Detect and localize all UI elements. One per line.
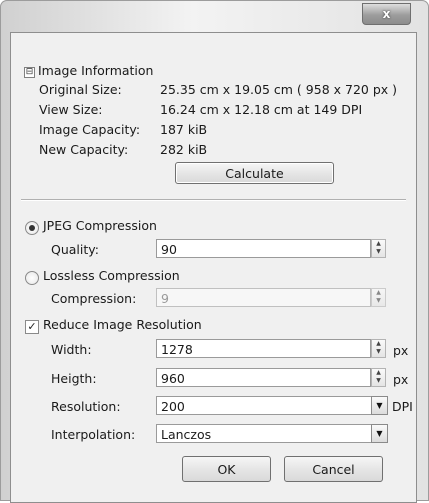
original-size-label: Original Size: — [39, 82, 122, 97]
height-input[interactable]: 960 — [156, 368, 371, 387]
resolution-label: Resolution: — [51, 399, 121, 414]
spin-down-icon[interactable]: ▼ — [372, 377, 385, 385]
image-capacity-label: Image Capacity: — [39, 122, 141, 137]
image-capacity-value: 187 kiB — [160, 122, 208, 137]
width-unit: px — [393, 343, 409, 358]
spin-up-icon[interactable]: ▲ — [372, 340, 385, 348]
original-size-value: 25.35 cm x 19.05 cm ( 958 x 720 px ) — [160, 82, 397, 97]
height-label: Heigth: — [51, 371, 97, 386]
spin-up-icon[interactable]: ▲ — [372, 369, 385, 377]
close-button[interactable]: x — [362, 3, 411, 25]
quality-input[interactable]: 90 — [156, 239, 371, 258]
quality-stepper[interactable]: ▲ ▼ — [371, 239, 386, 258]
compression-input[interactable]: 9 — [156, 288, 371, 307]
width-input[interactable]: 1278 — [156, 339, 371, 358]
image-info-heading: Image Information — [38, 63, 154, 78]
collapse-expander-icon[interactable]: ⊟ — [24, 67, 35, 78]
view-size-value: 16.24 cm x 12.18 cm at 149 DPI — [160, 102, 363, 117]
interpolation-select[interactable]: Lanczos — [156, 424, 372, 443]
spin-down-icon[interactable]: ▼ — [372, 297, 385, 305]
close-icon: x — [382, 7, 391, 21]
calculate-button[interactable]: Calculate — [175, 162, 334, 184]
new-capacity-label: New Capacity: — [39, 142, 129, 157]
resolution-dropdown-arrow-icon[interactable]: ▼ — [371, 396, 388, 415]
cancel-button[interactable]: Cancel — [284, 456, 383, 482]
compression-stepper[interactable]: ▲ ▼ — [371, 288, 386, 307]
new-capacity-value: 282 kiB — [160, 142, 208, 157]
resolution-select[interactable]: 200 — [156, 396, 372, 415]
cancel-button-label: Cancel — [312, 461, 355, 477]
reduce-resolution-label[interactable]: Reduce Image Resolution — [43, 317, 202, 332]
quality-label: Quality: — [51, 242, 99, 257]
interpolation-dropdown-arrow-icon[interactable]: ▼ — [371, 424, 388, 443]
height-unit: px — [393, 372, 409, 387]
divider — [21, 199, 406, 201]
resolution-unit: DPI — [392, 399, 413, 414]
view-size-label: View Size: — [39, 102, 103, 117]
spin-up-icon[interactable]: ▲ — [372, 240, 385, 248]
reduce-resolution-checkbox[interactable]: ✓ — [25, 320, 39, 334]
interpolation-label: Interpolation: — [51, 427, 136, 442]
spin-up-icon[interactable]: ▲ — [372, 289, 385, 297]
calculate-button-label: Calculate — [225, 165, 284, 181]
height-stepper[interactable]: ▲ ▼ — [371, 368, 386, 387]
dialog-content: ⊟ Image Information Original Size: 25.35… — [10, 32, 417, 503]
dialog-window: x ⊟ Image Information Original Size: 25.… — [0, 0, 429, 503]
jpeg-compression-radio[interactable] — [25, 221, 39, 235]
spin-down-icon[interactable]: ▼ — [372, 248, 385, 256]
ok-button-label: OK — [217, 461, 236, 477]
lossless-compression-radio[interactable] — [25, 271, 39, 285]
lossless-compression-label[interactable]: Lossless Compression — [43, 268, 180, 283]
width-stepper[interactable]: ▲ ▼ — [371, 339, 386, 358]
ok-button[interactable]: OK — [182, 456, 271, 482]
spin-down-icon[interactable]: ▼ — [372, 348, 385, 356]
title-bar: x — [0, 0, 429, 26]
width-label: Width: — [51, 342, 92, 357]
compression-label: Compression: — [51, 291, 137, 306]
jpeg-compression-label[interactable]: JPEG Compression — [43, 218, 157, 233]
